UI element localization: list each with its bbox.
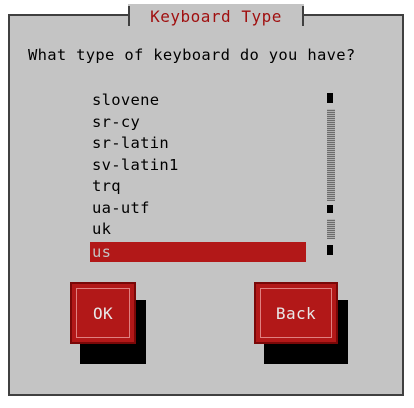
title-left-tick xyxy=(128,6,130,26)
list-item-trq[interactable]: trq xyxy=(90,176,306,198)
dialog-title-bar: Keyboard Type xyxy=(128,4,304,28)
list-scrollbar[interactable] xyxy=(327,93,335,255)
back-button[interactable]: Back xyxy=(254,282,338,344)
scrollbar-thumb[interactable] xyxy=(327,205,333,213)
dialog-top-border-right xyxy=(302,14,404,16)
list-item-sr-cy[interactable]: sr-cy xyxy=(90,112,306,134)
list-item-uk[interactable]: uk xyxy=(90,219,306,241)
ok-button-label: OK xyxy=(92,303,114,323)
dialog-top-border-left xyxy=(8,14,130,16)
scrollbar-up-marker[interactable] xyxy=(327,93,333,103)
list-item-sr-latin[interactable]: sr-latin xyxy=(90,133,306,155)
back-button-label: Back xyxy=(275,303,317,323)
ok-button[interactable]: OK xyxy=(70,282,136,344)
dialog-title: Keyboard Type xyxy=(150,6,282,26)
keyboard-question: What type of keyboard do you have? xyxy=(28,46,356,64)
list-item-slovene[interactable]: slovene xyxy=(90,90,306,112)
list-item-us-selected[interactable]: us xyxy=(90,241,306,262)
keyboard-type-list[interactable]: slovene sr-cy sr-latin sv-latin1 trq ua-… xyxy=(90,90,306,262)
title-right-tick xyxy=(301,6,304,26)
scrollbar-track-lower[interactable] xyxy=(327,219,335,239)
scrollbar-track-upper[interactable] xyxy=(327,109,335,201)
list-item-sv-latin1[interactable]: sv-latin1 xyxy=(90,155,306,177)
scrollbar-down-marker[interactable] xyxy=(327,245,333,255)
list-item-ua-utf[interactable]: ua-utf xyxy=(90,198,306,220)
